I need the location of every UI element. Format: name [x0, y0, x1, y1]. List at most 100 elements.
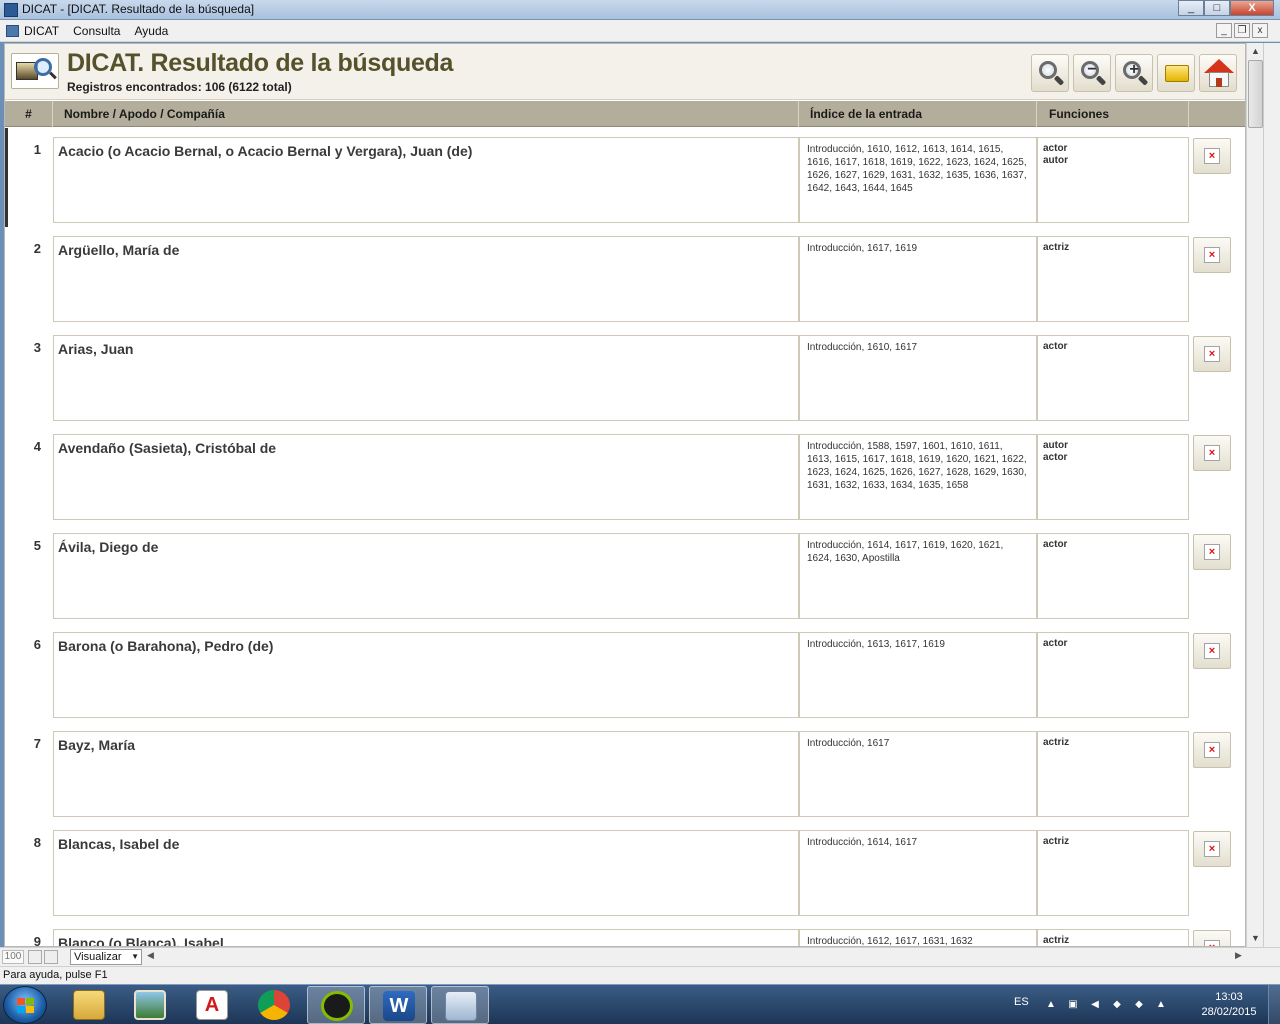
scroll-left-icon[interactable]: ◀ [147, 950, 154, 961]
delete-row-button[interactable]: × [1193, 831, 1231, 867]
taskbar-explorer[interactable] [60, 986, 118, 1024]
status-bar: Para ayuda, pulse F1 [0, 966, 1280, 984]
delete-row-button[interactable]: × [1193, 237, 1231, 273]
dicat-logo-icon [11, 53, 59, 89]
delete-row-button[interactable]: × [1193, 435, 1231, 471]
row-name[interactable]: Argüello, María de [53, 236, 799, 322]
row-number: 1 [33, 142, 41, 157]
column-index[interactable]: Índice de la entrada [799, 101, 1037, 127]
row-functions: actriz [1037, 929, 1189, 946]
page-fit-icon[interactable] [44, 950, 58, 964]
delete-row-button[interactable]: × [1193, 534, 1231, 570]
view-mode-select[interactable]: Visualizar ▼ [70, 949, 142, 965]
delete-row-button[interactable]: × [1193, 138, 1231, 174]
row-name[interactable]: Barona (o Barahona), Pedro (de) [53, 632, 799, 718]
acrobat-icon: A [196, 990, 228, 1020]
scroll-down-icon[interactable]: ▼ [1247, 930, 1264, 947]
table-row: 3 Arias, Juan Introducción, 1610, 1617 a… [5, 326, 1245, 425]
taskbar-chrome[interactable] [245, 986, 303, 1024]
row-functions: actor [1037, 335, 1189, 421]
zoom-out-button[interactable]: − [1073, 54, 1111, 92]
dropbox-icon[interactable]: ◆ [1110, 998, 1124, 1012]
column-name[interactable]: Nombre / Apodo / Compañía [53, 101, 799, 127]
delete-row-button[interactable]: × [1193, 930, 1231, 946]
child-minimize-button[interactable]: _ [1216, 23, 1232, 38]
child-restore-button[interactable]: ❐ [1234, 23, 1250, 38]
row-name[interactable]: Acacio (o Acacio Bernal, o Acacio Bernal… [53, 137, 799, 223]
outer-scrollbar[interactable] [1263, 43, 1280, 947]
column-functions[interactable]: Funciones [1037, 101, 1189, 127]
zoom-level[interactable]: 100 [2, 950, 24, 964]
menu-ayuda[interactable]: Ayuda [134, 24, 168, 38]
column-number[interactable]: # [5, 101, 53, 127]
taskbar-word[interactable]: W [369, 986, 427, 1024]
row-index: Introducción, 1617 [799, 731, 1037, 817]
dropbox-sync-icon[interactable]: ◆ [1132, 998, 1146, 1012]
chrome-icon [258, 990, 290, 1020]
delete-icon: × [1204, 148, 1220, 164]
clock[interactable]: 13:03 28/02/2015 [1196, 990, 1262, 1020]
vertical-scrollbar[interactable]: ▲ ▼ [1246, 43, 1263, 947]
language-indicator[interactable]: ES [1014, 996, 1029, 1008]
show-desktop-button[interactable] [1268, 985, 1280, 1024]
row-functions: actriz [1037, 731, 1189, 817]
scrollbar-thumb[interactable] [1248, 60, 1263, 128]
taskbar-acrobat[interactable]: A [183, 986, 241, 1024]
menu-dicat[interactable]: DICAT [24, 24, 59, 38]
taskbar-spotify[interactable] [307, 986, 365, 1024]
row-number: 5 [33, 538, 41, 553]
minimize-button[interactable]: _ [1178, 0, 1204, 16]
zoom-in-button[interactable]: + [1115, 54, 1153, 92]
row-index: Introducción, 1614, 1617 [799, 830, 1037, 916]
row-name[interactable]: Ávila, Diego de [53, 533, 799, 619]
open-folder-button[interactable] [1157, 54, 1195, 92]
close-button[interactable]: X [1230, 0, 1274, 16]
delete-icon: × [1204, 841, 1220, 857]
volume-icon[interactable]: ◀ [1088, 998, 1102, 1012]
row-name[interactable]: Blanco (o Blanca), Isabel [53, 929, 799, 946]
function-label: actor [1043, 341, 1068, 352]
function-label: actriz [1043, 935, 1070, 946]
row-index: Introducción, 1612, 1617, 1631, 1632 [799, 929, 1037, 946]
start-button[interactable] [3, 986, 47, 1024]
maximize-button[interactable]: □ [1204, 0, 1230, 16]
clock-time: 13:03 [1215, 991, 1243, 1003]
scroll-right-icon[interactable]: ▶ [1235, 950, 1242, 961]
search-button[interactable] [1031, 54, 1069, 92]
delete-row-button[interactable]: × [1193, 732, 1231, 768]
table-row: 4 Avendaño (Sasieta), Cristóbal de Intro… [5, 425, 1245, 524]
window-title: DICAT - [DICAT. Resultado de la búsqueda… [22, 2, 255, 16]
delete-row-button[interactable]: × [1193, 336, 1231, 372]
explorer-icon [73, 990, 105, 1020]
menu-bar: DICAT Consulta Ayuda _ ❐ x [0, 20, 1280, 42]
taskbar-dicat[interactable] [431, 986, 489, 1024]
row-index: Introducción, 1613, 1617, 1619 [799, 632, 1037, 718]
page-width-icon[interactable] [28, 950, 42, 964]
row-name[interactable]: Avendaño (Sasieta), Cristóbal de [53, 434, 799, 520]
document-icon[interactable] [6, 25, 19, 37]
row-name[interactable]: Blancas, Isabel de [53, 830, 799, 916]
row-name[interactable]: Arias, Juan [53, 335, 799, 421]
spotify-icon [321, 991, 353, 1021]
row-name[interactable]: Bayz, María [53, 731, 799, 817]
child-close-button[interactable]: x [1252, 23, 1268, 38]
scroll-up-icon[interactable]: ▲ [1247, 43, 1264, 60]
word-icon: W [383, 991, 415, 1021]
network-icon[interactable]: ▣ [1066, 998, 1080, 1012]
row-index: Introducción, 1588, 1597, 1601, 1610, 16… [799, 434, 1037, 520]
window-controls: _ □ X [1178, 0, 1274, 18]
app-icon[interactable] [4, 3, 18, 17]
function-label: actor [1043, 638, 1068, 649]
function-label: actor [1043, 143, 1068, 154]
row-functions: actriz [1037, 830, 1189, 916]
taskbar-photos[interactable] [121, 986, 179, 1024]
row-index: Introducción, 1617, 1619 [799, 236, 1037, 322]
delete-row-button[interactable]: × [1193, 633, 1231, 669]
row-index: Introducción, 1610, 1612, 1613, 1614, 16… [799, 137, 1037, 223]
show-hidden-icons-icon[interactable]: ▲ [1044, 998, 1058, 1012]
google-drive-icon[interactable]: ▲ [1154, 998, 1168, 1012]
menu-consulta[interactable]: Consulta [73, 24, 120, 38]
function-label: autor [1043, 155, 1068, 166]
toolbar: − + [1031, 54, 1237, 92]
home-button[interactable] [1199, 54, 1237, 92]
